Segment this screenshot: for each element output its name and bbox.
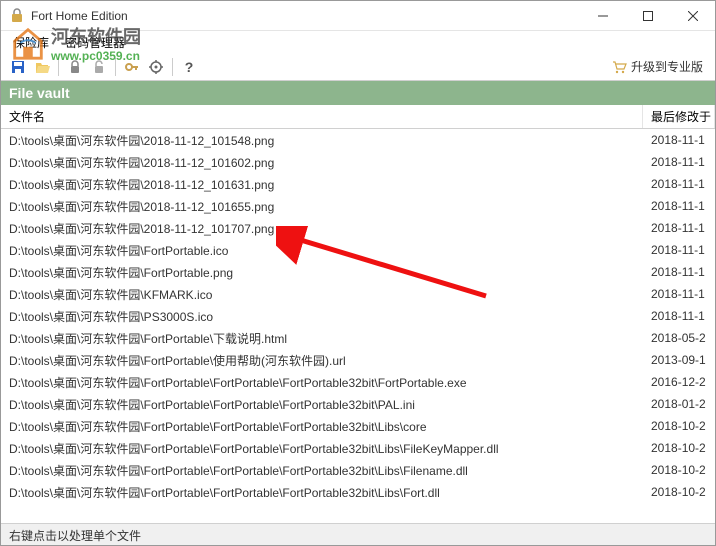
file-path: D:\tools\桌面\河东软件园\FortPortable\FortPorta… bbox=[1, 484, 643, 501]
file-date: 2018-10-2 bbox=[643, 419, 715, 433]
file-date: 2018-10-2 bbox=[643, 463, 715, 477]
file-date: 2018-11-1 bbox=[643, 287, 715, 301]
help-button[interactable]: ? bbox=[178, 56, 200, 78]
file-date: 2018-11-1 bbox=[643, 265, 715, 279]
settings-button[interactable] bbox=[145, 56, 167, 78]
file-date: 2018-11-1 bbox=[643, 243, 715, 257]
open-button[interactable] bbox=[31, 56, 53, 78]
table-row[interactable]: D:\tools\桌面\河东软件园\2018-11-12_101548.png2… bbox=[1, 129, 715, 151]
table-row[interactable]: D:\tools\桌面\河东软件园\FortPortable\下载说明.html… bbox=[1, 327, 715, 349]
upgrade-label: 升级到专业版 bbox=[631, 58, 703, 75]
table-row[interactable]: D:\tools\桌面\河东软件园\FortPortable\FortPorta… bbox=[1, 371, 715, 393]
upgrade-button[interactable]: 升级到专业版 bbox=[605, 56, 709, 77]
file-path: D:\tools\桌面\河东软件园\FortPortable\FortPorta… bbox=[1, 440, 643, 457]
file-path: D:\tools\桌面\河东软件园\FortPortable\FortPorta… bbox=[1, 418, 643, 435]
menubar: 保险库 密码管理器 bbox=[1, 31, 715, 53]
table-row[interactable]: D:\tools\桌面\河东软件园\KFMARK.ico2018-11-1 bbox=[1, 283, 715, 305]
table-row[interactable]: D:\tools\桌面\河东软件园\FortPortable\FortPorta… bbox=[1, 393, 715, 415]
close-button[interactable] bbox=[670, 1, 715, 30]
vault-header: File vault bbox=[1, 81, 715, 105]
file-path: D:\tools\桌面\河东软件园\FortPortable.png bbox=[1, 264, 643, 281]
file-path: D:\tools\桌面\河东软件园\2018-11-12_101548.png bbox=[1, 132, 643, 149]
table-row[interactable]: D:\tools\桌面\河东软件园\FortPortable\FortPorta… bbox=[1, 415, 715, 437]
table-row[interactable]: D:\tools\桌面\河东软件园\2018-11-12_101707.png2… bbox=[1, 217, 715, 239]
file-path: D:\tools\桌面\河东软件园\FortPortable\FortPorta… bbox=[1, 462, 643, 479]
file-path: D:\tools\桌面\河东软件园\FortPortable.ico bbox=[1, 242, 643, 259]
toolbar-separator bbox=[58, 58, 59, 76]
minimize-button[interactable] bbox=[580, 1, 625, 30]
file-list[interactable]: D:\tools\桌面\河东软件园\2018-11-12_101548.png2… bbox=[1, 129, 715, 505]
toolbar-separator bbox=[172, 58, 173, 76]
file-date: 2018-05-2 bbox=[643, 331, 715, 345]
file-date: 2018-10-2 bbox=[643, 441, 715, 455]
file-date: 2018-11-1 bbox=[643, 133, 715, 147]
file-date: 2016-12-2 bbox=[643, 375, 715, 389]
svg-text:?: ? bbox=[185, 59, 194, 75]
app-icon bbox=[9, 8, 25, 24]
file-path: D:\tools\桌面\河东软件园\2018-11-12_101631.png bbox=[1, 176, 643, 193]
column-modified[interactable]: 最后修改于 bbox=[643, 105, 715, 128]
file-path: D:\tools\桌面\河东软件园\FortPortable\使用帮助(河东软件… bbox=[1, 352, 643, 369]
file-path: D:\tools\桌面\河东软件园\2018-11-12_101655.png bbox=[1, 198, 643, 215]
file-path: D:\tools\桌面\河东软件园\FortPortable\FortPorta… bbox=[1, 396, 643, 413]
toolbar-separator bbox=[115, 58, 116, 76]
unlock-button[interactable] bbox=[88, 56, 110, 78]
table-row[interactable]: D:\tools\桌面\河东软件园\2018-11-12_101655.png2… bbox=[1, 195, 715, 217]
table-row[interactable]: D:\tools\桌面\河东软件园\FortPortable.ico2018-1… bbox=[1, 239, 715, 261]
list-header: 文件名 最后修改于 bbox=[1, 105, 715, 129]
file-date: 2018-11-1 bbox=[643, 155, 715, 169]
file-path: D:\tools\桌面\河东软件园\KFMARK.ico bbox=[1, 286, 643, 303]
file-date: 2018-01-2 bbox=[643, 397, 715, 411]
key-button[interactable] bbox=[121, 56, 143, 78]
column-filename[interactable]: 文件名 bbox=[1, 105, 643, 128]
file-path: D:\tools\桌面\河东软件园\FortPortable\下载说明.html bbox=[1, 330, 643, 347]
table-row[interactable]: D:\tools\桌面\河东软件园\FortPortable\FortPorta… bbox=[1, 437, 715, 459]
titlebar: Fort Home Edition bbox=[1, 1, 715, 31]
statusbar: 右键点击以处理单个文件 bbox=[1, 523, 715, 545]
file-path: D:\tools\桌面\河东软件园\2018-11-12_101707.png bbox=[1, 220, 643, 237]
table-row[interactable]: D:\tools\桌面\河东软件园\FortPortable\使用帮助(河东软件… bbox=[1, 349, 715, 371]
cart-icon bbox=[611, 59, 627, 75]
file-date: 2018-10-2 bbox=[643, 485, 715, 499]
lock-button[interactable] bbox=[64, 56, 86, 78]
window-title: Fort Home Edition bbox=[31, 9, 580, 23]
menu-password-manager[interactable]: 密码管理器 bbox=[57, 32, 133, 53]
file-path: D:\tools\桌面\河东软件园\PS3000S.ico bbox=[1, 308, 643, 325]
save-button[interactable] bbox=[7, 56, 29, 78]
file-date: 2018-11-1 bbox=[643, 221, 715, 235]
table-row[interactable]: D:\tools\桌面\河东软件园\FortPortable\FortPorta… bbox=[1, 459, 715, 481]
table-row[interactable]: D:\tools\桌面\河东软件园\FortPortable.png2018-1… bbox=[1, 261, 715, 283]
file-date: 2018-11-1 bbox=[643, 309, 715, 323]
table-row[interactable]: D:\tools\桌面\河东软件园\2018-11-12_101631.png2… bbox=[1, 173, 715, 195]
table-row[interactable]: D:\tools\桌面\河东软件园\2018-11-12_101602.png2… bbox=[1, 151, 715, 173]
maximize-button[interactable] bbox=[625, 1, 670, 30]
file-date: 2018-11-1 bbox=[643, 199, 715, 213]
file-date: 2013-09-1 bbox=[643, 353, 715, 367]
file-path: D:\tools\桌面\河东软件园\FortPortable\FortPorta… bbox=[1, 374, 643, 391]
table-row[interactable]: D:\tools\桌面\河东软件园\PS3000S.ico2018-11-1 bbox=[1, 305, 715, 327]
window-controls bbox=[580, 1, 715, 30]
toolbar: ? 升级到专业版 bbox=[1, 53, 715, 81]
table-row[interactable]: D:\tools\桌面\河东软件园\FortPortable\FortPorta… bbox=[1, 481, 715, 503]
file-date: 2018-11-1 bbox=[643, 177, 715, 191]
file-path: D:\tools\桌面\河东软件园\2018-11-12_101602.png bbox=[1, 154, 643, 171]
menu-vault[interactable]: 保险库 bbox=[5, 32, 57, 53]
